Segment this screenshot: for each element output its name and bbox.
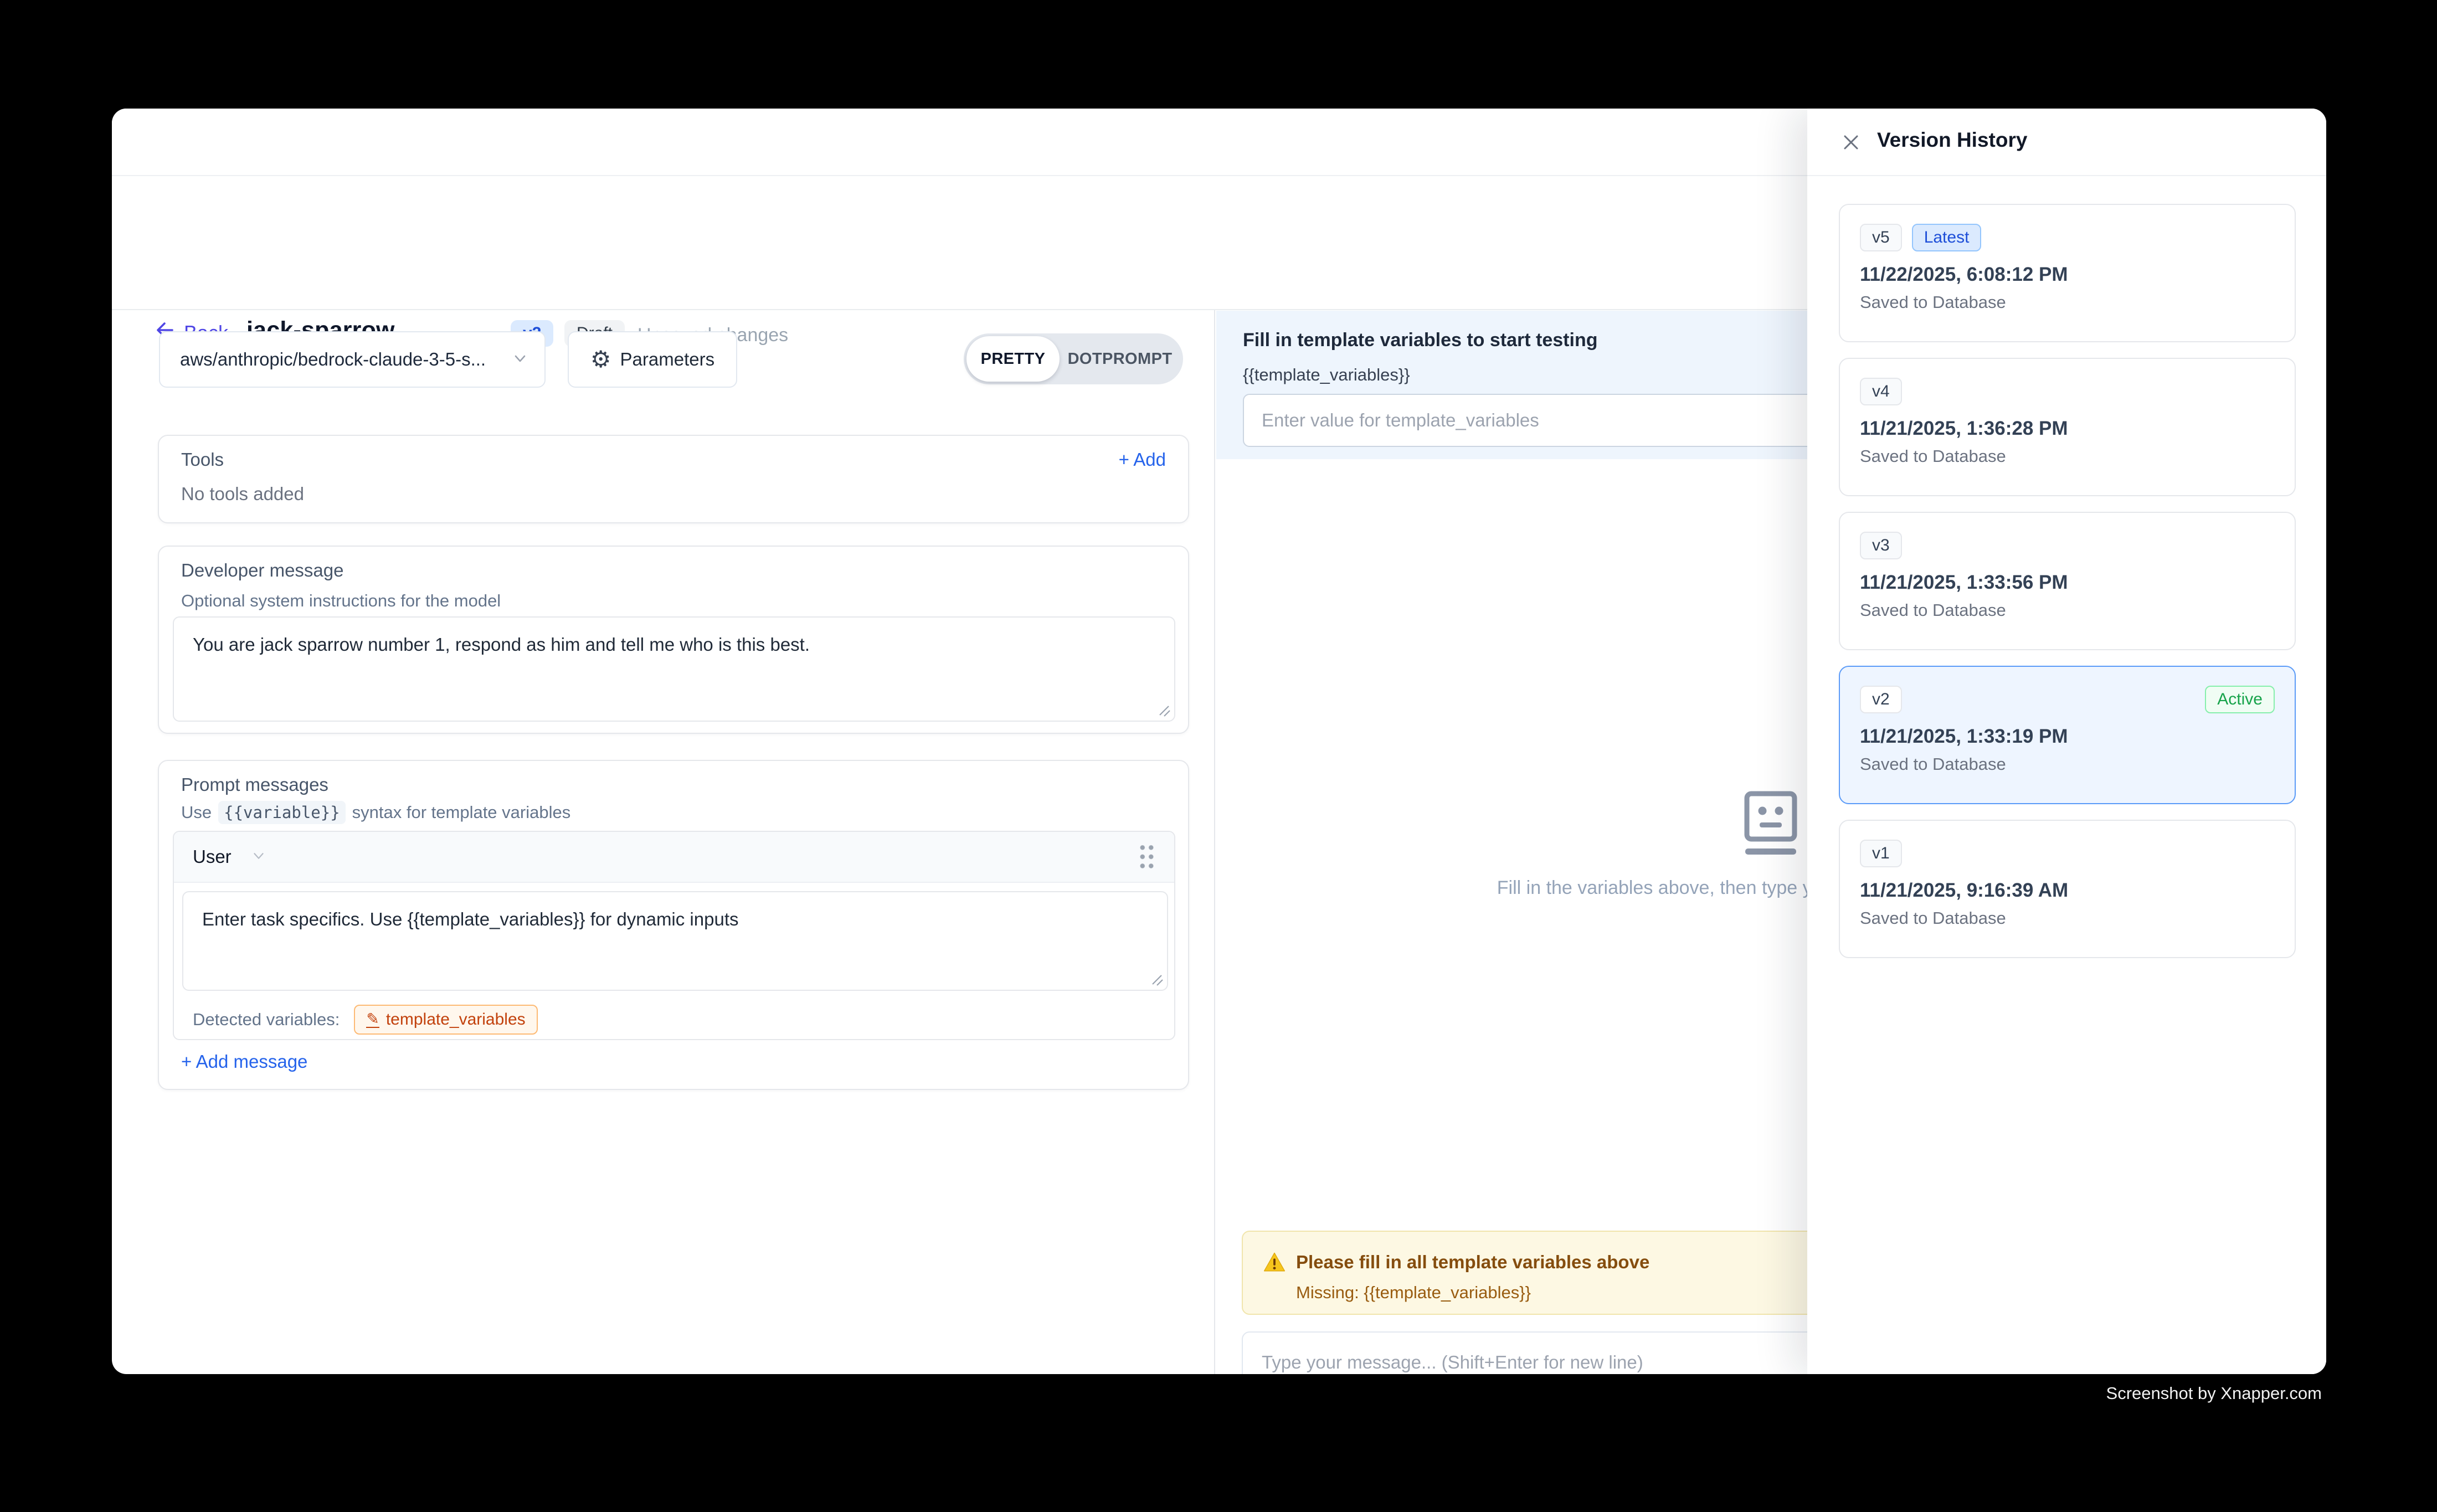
- prompt-message-field-wrap: Enter task specifics. Use {{template_var…: [182, 891, 1168, 991]
- version-status: Saved to Database: [1860, 446, 2275, 466]
- version-date: 11/21/2025, 1:33:56 PM: [1860, 572, 2275, 594]
- version-item-v4[interactable]: v4 11/21/2025, 1:36:28 PM Saved to Datab…: [1839, 358, 2296, 496]
- add-tool-button[interactable]: + Add: [1119, 449, 1166, 470]
- version-date: 11/21/2025, 1:33:19 PM: [1860, 726, 2275, 748]
- developer-message-card: Developer message Optional system instru…: [158, 546, 1189, 734]
- model-select-value: aws/anthropic/bedrock-claude-3-5-s...: [180, 349, 511, 370]
- bot-face-icon: [1744, 791, 1797, 862]
- toggle-pretty[interactable]: PRETTY: [966, 336, 1060, 382]
- warning-missing-text: Missing: {{template_variables}}: [1296, 1283, 1531, 1303]
- message-role-header: User: [174, 832, 1174, 883]
- watermark-text: Screenshot by Xnapper.com: [2106, 1384, 2322, 1403]
- version-history-title: Version History: [1877, 128, 2027, 152]
- version-history-panel: Version History v5 Latest 11/22/2025, 6:0…: [1807, 109, 2326, 1374]
- add-message-button[interactable]: + Add message: [181, 1051, 307, 1072]
- close-icon[interactable]: [1840, 132, 1862, 156]
- variable-syntax-chip: {{variable}}: [218, 801, 346, 824]
- resize-handle-icon[interactable]: [1158, 704, 1171, 717]
- latest-badge: Latest: [1912, 224, 1982, 251]
- template-variables-title: Fill in template variables to start test…: [1243, 330, 1598, 351]
- version-date: 11/21/2025, 1:36:28 PM: [1860, 418, 2275, 440]
- parameters-label: Parameters: [620, 349, 715, 370]
- version-number-badge: v3: [1860, 532, 1902, 559]
- app-window: Back jack-sparrow v2 Draft Unsaved chang…: [112, 109, 2326, 1374]
- version-number-badge: v4: [1860, 378, 1902, 405]
- developer-message-field-wrap: You are jack sparrow number 1, respond a…: [173, 616, 1175, 722]
- warning-title: Please fill in all template variables ab…: [1296, 1252, 1649, 1273]
- version-number-badge: v1: [1860, 840, 1902, 867]
- version-date: 11/22/2025, 6:08:12 PM: [1860, 264, 2275, 286]
- role-select-value: User: [193, 846, 232, 867]
- warning-triangle-icon: [1263, 1251, 1286, 1274]
- version-number-badge: v5: [1860, 224, 1902, 251]
- detected-variable-name: template_variables: [386, 1010, 526, 1029]
- version-item-v3[interactable]: v3 11/21/2025, 1:33:56 PM Saved to Datab…: [1839, 512, 2296, 650]
- active-badge: Active: [2205, 686, 2275, 713]
- version-list: v5 Latest 11/22/2025, 6:08:12 PM Saved to…: [1839, 204, 2296, 974]
- version-item-v2[interactable]: v2 Active 11/21/2025, 1:33:19 PM Saved t…: [1839, 666, 2296, 804]
- prompt-messages-hint: Use {{variable}} syntax for template var…: [181, 801, 570, 824]
- tools-card: Tools + Add No tools added: [158, 435, 1189, 523]
- version-item-v5[interactable]: v5 Latest 11/22/2025, 6:08:12 PM Saved to…: [1839, 204, 2296, 342]
- gear-icon: ⚙: [590, 348, 611, 371]
- developer-message-hint: Optional system instructions for the mod…: [181, 591, 501, 611]
- drag-handle-icon[interactable]: [1138, 843, 1155, 871]
- resize-handle-icon[interactable]: [1150, 973, 1164, 986]
- developer-message-textarea[interactable]: You are jack sparrow number 1, respond a…: [174, 618, 1174, 721]
- prompt-messages-label: Prompt messages: [181, 774, 328, 795]
- view-mode-toggle: PRETTY DOTPROMPT: [964, 333, 1183, 384]
- prompt-message-block: User Enter task specifics. Use {{templat…: [173, 831, 1175, 1040]
- developer-message-label: Developer message: [181, 560, 344, 581]
- chevron-down-icon: [511, 349, 529, 370]
- version-status: Saved to Database: [1860, 292, 2275, 312]
- version-status: Saved to Database: [1860, 754, 2275, 774]
- prompt-message-textarea[interactable]: Enter task specifics. Use {{template_var…: [183, 892, 1167, 990]
- detected-variable-chip[interactable]: ✎ template_variables: [354, 1005, 537, 1035]
- hint-suffix: syntax for template variables: [352, 803, 571, 822]
- prompt-messages-card: Prompt messages Use {{variable}} syntax …: [158, 760, 1189, 1090]
- tools-empty-text: No tools added: [181, 484, 304, 505]
- model-select[interactable]: aws/anthropic/bedrock-claude-3-5-s...: [159, 331, 546, 388]
- detected-variables-row: Detected variables: ✎ template_variables: [193, 1005, 538, 1035]
- role-select[interactable]: User: [193, 846, 267, 867]
- version-item-v1[interactable]: v1 11/21/2025, 9:16:39 AM Saved to Datab…: [1839, 820, 2296, 958]
- tools-label: Tools: [181, 449, 224, 470]
- chevron-down-icon: [250, 847, 267, 867]
- version-history-header: Version History: [1807, 109, 2326, 176]
- version-date: 11/21/2025, 9:16:39 AM: [1860, 880, 2275, 902]
- version-status: Saved to Database: [1860, 600, 2275, 620]
- pencil-icon: ✎: [366, 1011, 379, 1028]
- template-variable-label: {{template_variables}}: [1243, 365, 1410, 385]
- hint-prefix: Use: [181, 803, 212, 822]
- parameters-button[interactable]: ⚙ Parameters: [568, 331, 737, 388]
- detected-variables-label: Detected variables:: [193, 1010, 340, 1030]
- version-number-badge: v2: [1860, 686, 1902, 713]
- version-status: Saved to Database: [1860, 908, 2275, 928]
- toggle-dotprompt[interactable]: DOTPROMPT: [1060, 336, 1180, 382]
